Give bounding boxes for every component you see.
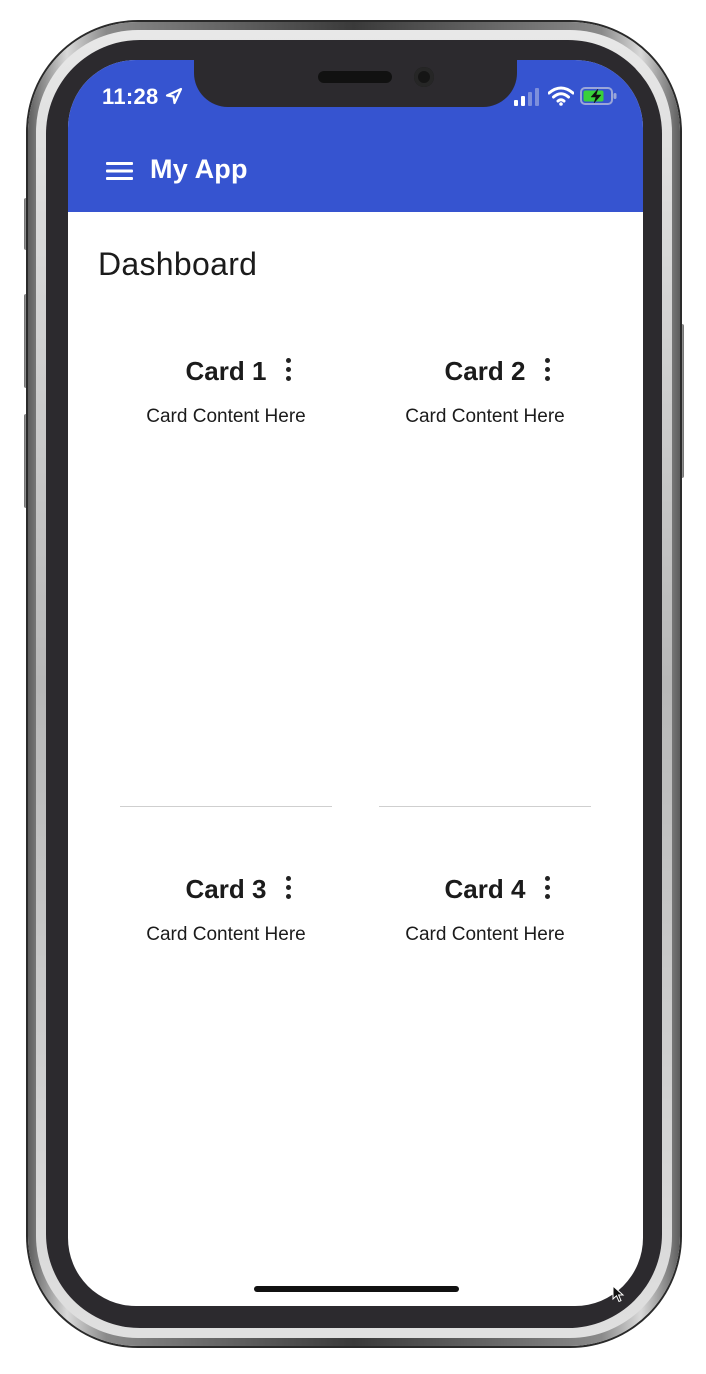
card-content: Card Content Here [146, 406, 306, 427]
more-vertical-icon[interactable] [539, 358, 555, 386]
card-content: Card Content Here [405, 924, 565, 945]
notch [194, 60, 517, 107]
card-content: Card Content Here [146, 924, 306, 945]
card-title: Card 3 [185, 874, 267, 904]
wifi-icon [548, 86, 574, 106]
card-1[interactable]: Card 1 Card Content Here [120, 356, 332, 596]
card-title: Card 4 [444, 874, 526, 904]
page-title: Dashboard [98, 246, 258, 282]
card-content: Card Content Here [405, 406, 565, 427]
card-divider [379, 806, 591, 807]
mouse-cursor-icon [612, 1285, 625, 1303]
card-divider [120, 806, 332, 807]
home-indicator[interactable] [254, 1286, 459, 1292]
device-stage: 11:28 My App Dashboard Card 1 Card Conte… [0, 0, 706, 1374]
phone-screen: 11:28 My App Dashboard Card 1 Card Conte… [68, 60, 643, 1306]
app-title: My App [150, 154, 248, 184]
card-title: Card 2 [444, 356, 526, 386]
more-vertical-icon[interactable] [539, 876, 555, 904]
cellular-signal-icon [514, 88, 539, 106]
card-3[interactable]: Card 3 Card Content Here [120, 874, 332, 1114]
front-camera [414, 67, 434, 87]
card-2[interactable]: Card 2 Card Content Here [379, 356, 591, 596]
status-time: 11:28 [102, 84, 159, 109]
card-title: Card 1 [185, 356, 267, 386]
more-vertical-icon[interactable] [280, 876, 296, 904]
card-4[interactable]: Card 4 Card Content Here [379, 874, 591, 1114]
hamburger-menu-icon[interactable] [106, 160, 134, 182]
more-vertical-icon[interactable] [280, 358, 296, 386]
battery-charging-icon [580, 87, 617, 105]
speaker-grille [318, 71, 392, 83]
location-arrow-icon [165, 87, 183, 105]
